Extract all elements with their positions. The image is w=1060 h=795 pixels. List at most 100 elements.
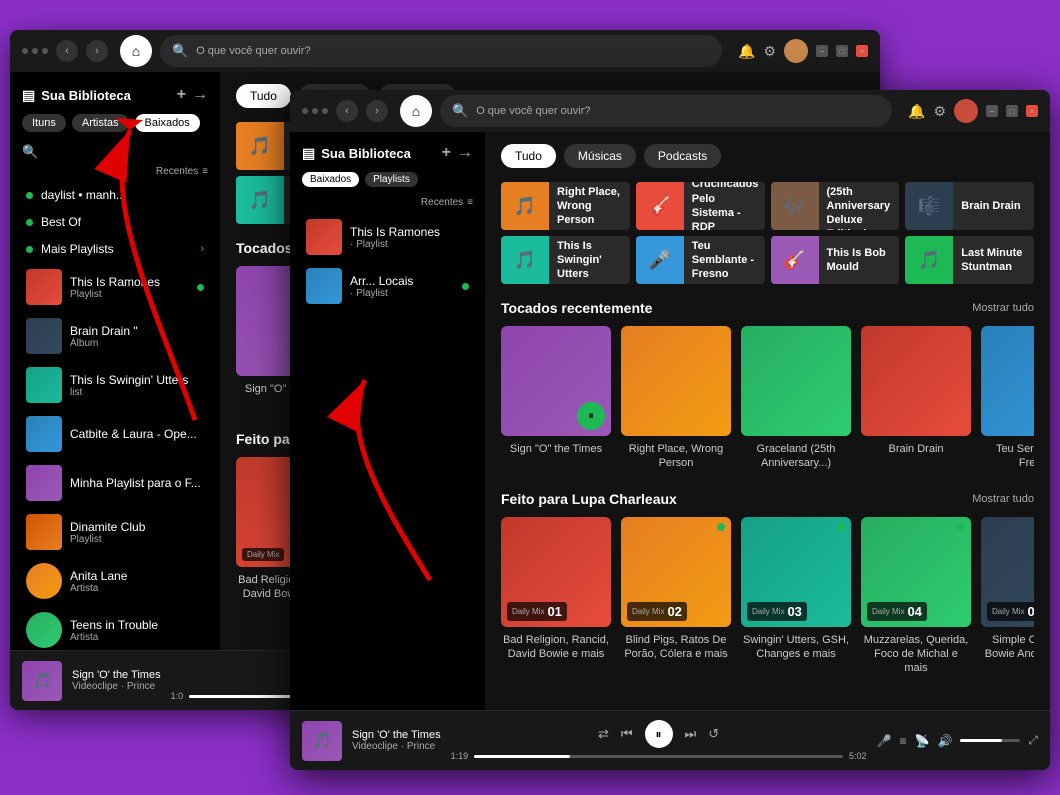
front-card-label-4: Brain Drain: [861, 442, 971, 456]
sidebar-item-anita[interactable]: Anita Lane Artista: [14, 557, 216, 605]
front-device-button[interactable]: 📡: [914, 734, 929, 748]
front-daily-1[interactable]: Daily Mix 01 Bad Religion, Rancid, David…: [501, 517, 611, 676]
front-daily-badge-3: Daily Mix 03: [747, 602, 807, 621]
front-quick-5[interactable]: 🎵 This Is Swingin' Utters: [501, 236, 630, 284]
front-sidebar-item-arr[interactable]: Arr... Locais · Playlist: [294, 262, 481, 310]
front-tab-tudo[interactable]: Tudo: [501, 144, 556, 168]
front-forward-button[interactable]: ›: [366, 100, 388, 122]
front-daily-show-all[interactable]: Mostrar tudo: [972, 493, 1034, 505]
front-filter-playlists[interactable]: Playlists: [365, 172, 418, 187]
front-avatar[interactable]: [954, 99, 978, 123]
front-back-button[interactable]: ‹: [336, 100, 358, 122]
sidebar-item-daylist[interactable]: daylist • manh...: [14, 182, 216, 208]
front-next-button[interactable]: ⏭: [685, 726, 697, 742]
front-quick-7[interactable]: 🎸 This Is Bob Mould: [771, 236, 900, 284]
front-recently-5[interactable]: Teu Semblante - Fresno: [981, 326, 1034, 471]
front-notification-icon[interactable]: 🔔: [908, 103, 925, 120]
filter-ituns[interactable]: Ituns: [22, 114, 66, 132]
front-fullscreen-button[interactable]: ⤢: [1028, 733, 1038, 748]
expand-library-button[interactable]: →: [192, 86, 208, 104]
sort-label: Recentes: [156, 166, 198, 177]
sidebar-item-dinamite[interactable]: Dinamite Club Playlist: [14, 508, 216, 556]
add-library-button[interactable]: +: [177, 86, 186, 104]
sidebar-item-info: Best Of: [41, 215, 204, 229]
front-play-pause-button[interactable]: ⏸: [645, 720, 673, 748]
front-maximize-button[interactable]: □: [1006, 105, 1018, 117]
arrow-icon: ›: [200, 243, 204, 255]
front-tab-musicas[interactable]: Músicas: [564, 144, 636, 168]
front-daily-5[interactable]: Daily Mix 05 Simple Creatures, Bowie And…: [981, 517, 1034, 676]
front-daily-mix-num-2: 02: [667, 604, 681, 619]
front-library-icon: ▤: [302, 145, 315, 162]
front-sidebar-item-ramones[interactable]: This Is Ramones · Playlist: [294, 213, 481, 261]
maximize-button[interactable]: □: [836, 45, 848, 57]
sidebar-item-brain-drain[interactable]: Brain Drain " Álbum: [14, 312, 216, 360]
sidebar-item-bestof[interactable]: Best Of: [14, 209, 216, 235]
front-daily-dot-4: [957, 523, 965, 531]
list-sort[interactable]: Recentes ≡: [10, 164, 220, 181]
close-button[interactable]: ×: [856, 45, 868, 57]
front-daily-mix-num-3: 03: [787, 604, 801, 619]
sidebar-item-ramones[interactable]: This Is Ramones Playlist: [14, 263, 216, 311]
forward-button[interactable]: ›: [86, 40, 108, 62]
front-add-library[interactable]: +: [442, 144, 451, 162]
front-tab-podcasts[interactable]: Podcasts: [644, 144, 721, 168]
front-close-button[interactable]: ×: [1026, 105, 1038, 117]
front-quick-thumb-5: 🎵: [501, 236, 549, 284]
front-repeat-button[interactable]: ↺: [708, 726, 719, 742]
front-quick-4[interactable]: 🎼 Brain Drain: [905, 182, 1034, 230]
front-daily-mix-num-4: 04: [907, 604, 921, 619]
front-titlebar-actions: 🔔 ⚙ − □ ×: [908, 99, 1038, 123]
front-list-sort[interactable]: Recentes ≡: [290, 195, 485, 212]
filter-baixados[interactable]: Baixados: [135, 114, 200, 132]
front-daily-4[interactable]: Daily Mix 04 Muzzarelas, Querida, Foco d…: [861, 517, 971, 676]
front-recently-4[interactable]: Brain Drain: [861, 326, 971, 471]
home-button[interactable]: ⌂: [120, 35, 152, 67]
front-show-all[interactable]: Mostrar tudo: [972, 302, 1034, 314]
front-recently-1[interactable]: ⏸ Sign "O" the Times: [501, 326, 611, 471]
notification-icon[interactable]: 🔔: [738, 43, 755, 60]
front-player-info: Sign 'O' the Times Videoclipe · Prince: [352, 729, 441, 752]
sidebar-search[interactable]: 🔍: [10, 140, 220, 164]
front-search-icon: 🔍: [452, 103, 468, 119]
front-search-bar[interactable]: 🔍 O que você quer ouvir?: [440, 95, 892, 127]
front-recently-2[interactable]: Right Place, Wrong Person: [621, 326, 731, 471]
settings-icon[interactable]: ⚙: [763, 43, 776, 60]
front-recently-3[interactable]: Graceland (25th Anniversary...): [741, 326, 851, 471]
sidebar-item-catbite[interactable]: Catbite & Laura - Ope...: [14, 410, 216, 458]
front-sort-label: Recentes: [421, 197, 463, 208]
sidebar-item-teens[interactable]: Teens in Trouble Artista: [14, 606, 216, 650]
front-minimize-button[interactable]: −: [986, 105, 998, 117]
sidebar-item-mais[interactable]: Mais Playlists ›: [14, 236, 216, 262]
sidebar-item-name: Dinamite Club: [70, 520, 204, 534]
front-daily-thumb-3: Daily Mix 03: [741, 517, 851, 627]
front-quick-1[interactable]: 🎵 Right Place, Wrong Person: [501, 182, 630, 230]
tab-tudo[interactable]: Tudo: [236, 84, 291, 108]
front-settings-icon[interactable]: ⚙: [933, 103, 946, 120]
back-button[interactable]: ‹: [56, 40, 78, 62]
front-shuffle-button[interactable]: ⇄: [598, 726, 609, 742]
front-lyrics-button[interactable]: 🎤: [877, 734, 892, 748]
front-quick-6[interactable]: 🎤 Teu Semblante - Fresno: [636, 236, 765, 284]
sidebar-item-minha[interactable]: Minha Playlist para o F...: [14, 459, 216, 507]
front-play-1[interactable]: ⏸: [577, 402, 605, 430]
front-quick-8[interactable]: 🎵 Last Minute Stuntman: [905, 236, 1034, 284]
front-expand-library[interactable]: →: [457, 144, 473, 162]
front-quick-3[interactable]: 🎶 Graceland (25th Anniversary Deluxe Edi…: [771, 182, 900, 230]
front-quick-2[interactable]: 🎸 Crucificados Pelo Sistema - RDP: [636, 182, 765, 230]
avatar[interactable]: [784, 39, 808, 63]
front-progress-track[interactable]: [474, 755, 843, 758]
front-daily-3[interactable]: Daily Mix 03 Swingin' Utters, GSH, Chang…: [741, 517, 851, 676]
front-daily-2[interactable]: Daily Mix 02 Blind Pigs, Ratos De Porão,…: [621, 517, 731, 676]
front-queue-button[interactable]: ≡: [899, 734, 906, 748]
sidebar-item-swingin[interactable]: This Is Swingin' Utters list: [14, 361, 216, 409]
sidebar-item-info: This Is Swingin' Utters list: [70, 373, 204, 398]
front-volume-slider[interactable]: [960, 739, 1020, 742]
search-bar[interactable]: 🔍 O que você quer ouvir?: [160, 35, 722, 67]
front-home-button[interactable]: ⌂: [400, 95, 432, 127]
front-card-thumb-3: [741, 326, 851, 436]
minimize-button[interactable]: −: [816, 45, 828, 57]
front-prev-button[interactable]: ⏮: [621, 726, 633, 742]
front-filter-baixados[interactable]: Baixados: [302, 172, 359, 187]
filter-artistas[interactable]: Artistas: [72, 114, 129, 132]
